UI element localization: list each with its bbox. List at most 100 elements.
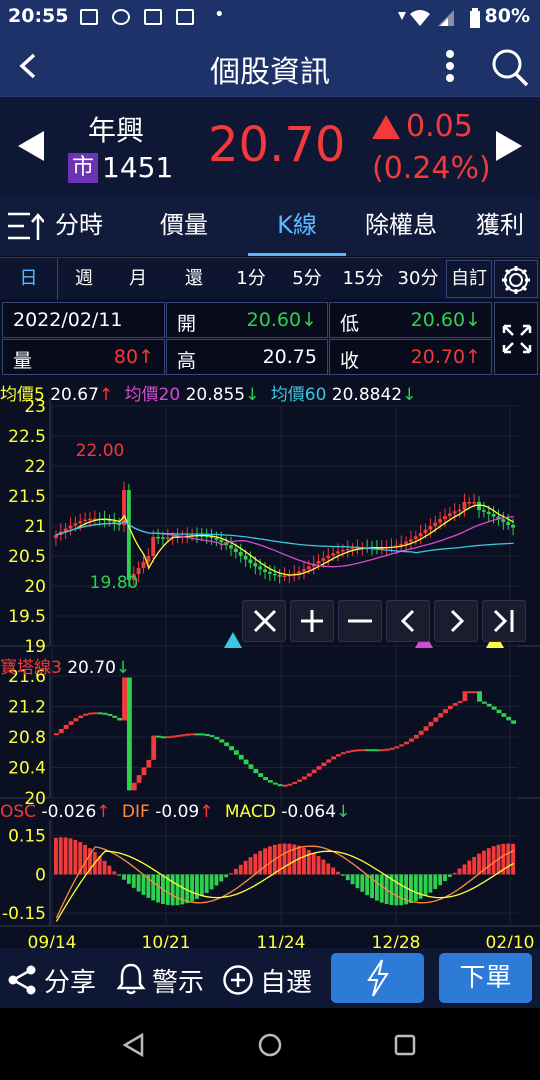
tower-block bbox=[326, 759, 332, 763]
candle-body bbox=[263, 569, 267, 572]
x-tick-label: 09/14 bbox=[28, 933, 77, 948]
tab-profit[interactable]: 獲利 bbox=[476, 196, 540, 256]
x-tick-label: 12/28 bbox=[372, 933, 421, 948]
candle-body bbox=[336, 551, 340, 554]
period-5min[interactable]: 5分 bbox=[280, 258, 334, 300]
period-week[interactable]: 週 bbox=[58, 258, 110, 300]
tower-block bbox=[277, 784, 283, 787]
osc-bar bbox=[355, 874, 360, 889]
more-icon[interactable] bbox=[440, 48, 460, 84]
osc-bar bbox=[365, 874, 370, 896]
battery-level: 80% bbox=[484, 5, 530, 27]
zoom-in-button[interactable] bbox=[290, 600, 334, 642]
osc-bar bbox=[413, 874, 418, 902]
osc-bar bbox=[107, 865, 112, 875]
nav-recents-icon[interactable] bbox=[392, 1032, 418, 1058]
candle-body bbox=[160, 537, 165, 539]
osc-bar bbox=[467, 860, 472, 875]
alert-button[interactable]: 警示 bbox=[152, 962, 204, 999]
tower-block bbox=[258, 773, 264, 777]
y-tick-label: 20.5 bbox=[8, 547, 46, 567]
settings-gear-icon[interactable] bbox=[500, 264, 532, 296]
gallery-icon bbox=[80, 9, 98, 25]
app-notification-icon bbox=[112, 9, 130, 25]
share-icon[interactable] bbox=[6, 964, 38, 996]
osc-label: OSC bbox=[0, 802, 37, 822]
tower-block bbox=[165, 736, 171, 739]
osc-bar bbox=[486, 848, 491, 875]
period-15min[interactable]: 15分 bbox=[336, 258, 390, 300]
osc-bar bbox=[233, 868, 238, 875]
tower-block bbox=[107, 713, 113, 716]
tower-block bbox=[83, 713, 89, 716]
candle-body bbox=[491, 514, 496, 517]
candle-body bbox=[340, 549, 345, 552]
prev-stock-icon[interactable] bbox=[16, 129, 46, 163]
scroll-left-button[interactable] bbox=[386, 600, 430, 642]
ma5-value: 20.67 bbox=[50, 385, 99, 405]
scroll-right-button[interactable] bbox=[434, 600, 478, 642]
tower-block bbox=[389, 747, 395, 750]
tower-block bbox=[73, 718, 79, 722]
osc-bar bbox=[170, 874, 175, 906]
chevron-right-icon bbox=[450, 609, 465, 633]
period-day[interactable]: 日 bbox=[0, 258, 58, 300]
period-restore[interactable]: 還 bbox=[168, 258, 220, 300]
stock-header: 年興 市 1451 20.70 0.05 (0.24%) bbox=[0, 96, 540, 196]
tab-time-sharing[interactable]: 分時 bbox=[44, 196, 114, 256]
tower-block bbox=[418, 730, 424, 735]
close-chart-button[interactable] bbox=[242, 600, 286, 642]
candle-body bbox=[238, 552, 243, 556]
candle-body bbox=[447, 513, 452, 517]
y-tick-label: 20 bbox=[24, 577, 46, 597]
period-1min[interactable]: 1分 bbox=[224, 258, 278, 300]
period-month[interactable]: 月 bbox=[112, 258, 164, 300]
tower-block bbox=[112, 715, 118, 718]
macd-label: MACD bbox=[224, 802, 276, 822]
scroll-end-button[interactable] bbox=[482, 600, 526, 642]
tower-block bbox=[428, 721, 434, 727]
y-tick-label: 0.15 bbox=[8, 827, 46, 847]
watchlist-button[interactable]: 自選 bbox=[260, 962, 312, 999]
nav-back-icon[interactable] bbox=[120, 1032, 148, 1058]
candle-body bbox=[345, 548, 350, 551]
osc-bar bbox=[204, 874, 209, 893]
candle-body bbox=[306, 566, 311, 570]
osc-bar bbox=[477, 853, 481, 875]
tower-block bbox=[447, 705, 453, 710]
tower-block bbox=[97, 712, 103, 715]
osc-bar bbox=[151, 874, 156, 901]
tower-block bbox=[365, 749, 371, 752]
tab-price-volume[interactable]: 價量 bbox=[144, 196, 224, 256]
tab-ex-rights[interactable]: 除權息 bbox=[356, 196, 446, 256]
tower-block bbox=[316, 766, 322, 770]
tower-block bbox=[433, 717, 439, 722]
tab-k-line[interactable]: K線 bbox=[248, 196, 346, 256]
fullscreen-button[interactable] bbox=[494, 302, 538, 375]
zoom-out-button[interactable] bbox=[338, 600, 382, 642]
order-button[interactable]: 下單 bbox=[439, 953, 532, 1003]
y-tick-label: 20.8 bbox=[8, 728, 46, 748]
period-custom[interactable]: 自訂 bbox=[446, 258, 492, 300]
quick-order-button[interactable] bbox=[331, 953, 424, 1003]
tower-block bbox=[54, 733, 59, 736]
add-circle-icon[interactable] bbox=[222, 964, 254, 996]
tower-block bbox=[102, 712, 108, 715]
menu-sort-icon[interactable] bbox=[6, 210, 44, 242]
high-value: 20.75 bbox=[262, 346, 317, 368]
search-icon[interactable] bbox=[490, 48, 530, 88]
next-stock-icon[interactable] bbox=[494, 129, 524, 163]
candle-body bbox=[253, 563, 258, 567]
tower-block bbox=[491, 706, 497, 710]
nav-home-icon[interactable] bbox=[257, 1032, 283, 1058]
period-30min[interactable]: 30分 bbox=[392, 258, 444, 300]
tower-block bbox=[462, 691, 468, 702]
macd-legend: OSC -0.026↑ DIF -0.09↑ MACD -0.064↓ bbox=[0, 802, 351, 822]
dif-value: -0.09 bbox=[155, 802, 200, 822]
osc-bar bbox=[112, 871, 117, 875]
bell-icon[interactable] bbox=[116, 962, 146, 996]
info-open: 開 20.60↓ bbox=[166, 302, 328, 338]
share-button[interactable]: 分享 bbox=[44, 962, 96, 999]
candle-body bbox=[233, 548, 238, 553]
y-tick-label: 19.5 bbox=[8, 607, 46, 627]
